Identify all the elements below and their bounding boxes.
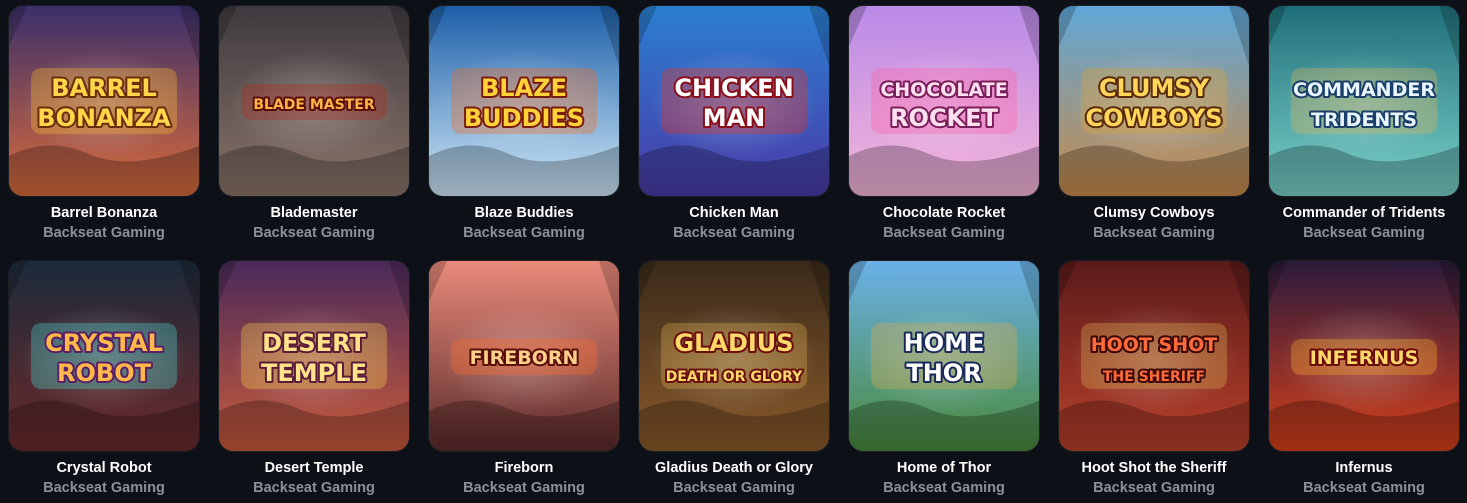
game-provider: Backseat Gaming	[253, 225, 375, 241]
game-provider: Backseat Gaming	[1303, 225, 1425, 241]
game-artwork: COMMANDER TRIDENTS	[1269, 6, 1459, 196]
game-artwork: GLADIUS DEATH OR GLORY	[639, 261, 829, 451]
game-title[interactable]: Chocolate Rocket	[849, 204, 1039, 222]
game-provider: Backseat Gaming	[43, 480, 165, 496]
game-provider: Backseat Gaming	[1093, 225, 1215, 241]
game-logo-text: BONANZA	[37, 104, 171, 132]
game-thumbnail[interactable]: FIREBORN	[429, 261, 619, 451]
game-thumbnail[interactable]: BARREL BONANZA	[9, 6, 199, 196]
game-title[interactable]: Commander of Tridents	[1269, 204, 1459, 222]
game-logo-text: TEMPLE	[261, 359, 367, 387]
game-thumbnail[interactable]: HOOT SHOT THE SHERIFF	[1059, 261, 1249, 451]
game-title[interactable]: Gladius Death or Glory	[639, 459, 829, 477]
game-title[interactable]: Barrel Bonanza	[9, 204, 199, 222]
game-logo-text: TRIDENTS	[1311, 109, 1417, 131]
game-logo-text: CLUMSY	[1099, 74, 1210, 102]
game-logo-text: THE SHERIFF	[1103, 369, 1205, 385]
game-title[interactable]: Desert Temple	[219, 459, 409, 477]
game-logo-text: BLADE MASTER	[253, 97, 374, 113]
game-thumbnail[interactable]: INFERNUS	[1269, 261, 1459, 451]
game-provider: Backseat Gaming	[883, 480, 1005, 496]
game-logo-text: DEATH OR GLORY	[666, 369, 803, 385]
game-title[interactable]: Blademaster	[219, 204, 409, 222]
game-artwork: CHOCOLATE ROCKET	[849, 6, 1039, 196]
game-logo-text: ROBOT	[57, 359, 152, 387]
game-thumbnail[interactable]: COMMANDER TRIDENTS	[1269, 6, 1459, 196]
game-artwork: CLUMSYCOWBOYS	[1059, 6, 1249, 196]
game-card-blaze-buddies[interactable]: BLAZE BUDDIES Blaze Buddies Backseat Gaming	[429, 6, 619, 242]
game-card-commander-of-tridents[interactable]: COMMANDER TRIDENTS Commander of Tridents Ba…	[1269, 6, 1459, 242]
game-logo-text: FIREBORN	[470, 347, 579, 369]
game-card-home-of-thor[interactable]: HOME THOR Home of Thor Backseat Gaming	[849, 261, 1039, 497]
game-grid: BARREL BONANZA Barrel Bonanza Backseat Gami…	[0, 0, 1467, 503]
game-logo-text: INFERNUS	[1310, 347, 1419, 369]
game-artwork: CRYSTALROBOT	[9, 261, 199, 451]
game-card-blademaster[interactable]: BLADE MASTER Blademaster Backseat Gaming	[219, 6, 409, 242]
game-artwork: HOOT SHOT THE SHERIFF	[1059, 261, 1249, 451]
game-title[interactable]: Home of Thor	[849, 459, 1039, 477]
game-card-chocolate-rocket[interactable]: CHOCOLATE ROCKET Chocolate Rocket Backseat …	[849, 6, 1039, 242]
game-logo-text: COWBOYS	[1086, 104, 1223, 132]
game-artwork: BARRELBONANZA	[9, 6, 199, 196]
game-title[interactable]: Clumsy Cowboys	[1059, 204, 1249, 222]
game-logo-text: MAN	[703, 104, 766, 132]
game-title[interactable]: Fireborn	[429, 459, 619, 477]
game-artwork: DESERTTEMPLE	[219, 261, 409, 451]
game-provider: Backseat Gaming	[883, 225, 1005, 241]
game-title[interactable]: Blaze Buddies	[429, 204, 619, 222]
game-thumbnail[interactable]: BLAZE BUDDIES	[429, 6, 619, 196]
game-title[interactable]: Infernus	[1269, 459, 1459, 477]
game-provider: Backseat Gaming	[673, 480, 795, 496]
game-provider: Backseat Gaming	[673, 225, 795, 241]
game-logo-text: CHOCOLATE	[880, 79, 1007, 101]
game-artwork: FIREBORN	[429, 261, 619, 451]
game-provider: Backseat Gaming	[43, 225, 165, 241]
game-card-barrel-bonanza[interactable]: BARREL BONANZA Barrel Bonanza Backseat Gami…	[9, 6, 199, 242]
game-logo-text: BLAZE	[481, 74, 567, 102]
game-thumbnail[interactable]: CHOCOLATE ROCKET	[849, 6, 1039, 196]
game-artwork: BLADE MASTER	[219, 6, 409, 196]
game-artwork: CHICKENMAN	[639, 6, 829, 196]
game-thumbnail[interactable]: CRYSTAL ROBOT	[9, 261, 199, 451]
game-thumbnail[interactable]: CHICKEN MAN	[639, 6, 829, 196]
game-card-crystal-robot[interactable]: CRYSTAL ROBOT Crystal Robot Backseat Gaming	[9, 261, 199, 497]
game-logo-text: HOOT SHOT	[1091, 334, 1218, 356]
game-logo-text: HOME	[904, 329, 985, 357]
game-card-fireborn[interactable]: FIREBORN Fireborn Backseat Gaming	[429, 261, 619, 497]
game-provider: Backseat Gaming	[1093, 480, 1215, 496]
game-card-clumsy-cowboys[interactable]: CLUMSY COWBOYS Clumsy Cowboys Backseat Gami…	[1059, 6, 1249, 242]
game-artwork: BLAZEBUDDIES	[429, 6, 619, 196]
game-logo-text: COMMANDER	[1293, 79, 1435, 101]
game-provider: Backseat Gaming	[463, 480, 585, 496]
game-logo-text: BARREL	[51, 74, 157, 102]
game-artwork: INFERNUS	[1269, 261, 1459, 451]
game-thumbnail[interactable]: CLUMSY COWBOYS	[1059, 6, 1249, 196]
game-artwork: HOMETHOR	[849, 261, 1039, 451]
game-card-desert-temple[interactable]: DESERT TEMPLE Desert Temple Backseat Gaming	[219, 261, 409, 497]
game-thumbnail[interactable]: HOME THOR	[849, 261, 1039, 451]
game-logo-text: CHICKEN	[674, 74, 793, 102]
game-card-hoot-shot-the-sheriff[interactable]: HOOT SHOT THE SHERIFF Hoot Shot the Sherif…	[1059, 261, 1249, 497]
game-provider: Backseat Gaming	[463, 225, 585, 241]
game-thumbnail[interactable]: BLADE MASTER	[219, 6, 409, 196]
game-provider: Backseat Gaming	[253, 480, 375, 496]
game-thumbnail[interactable]: GLADIUS DEATH OR GLORY	[639, 261, 829, 451]
game-title[interactable]: Chicken Man	[639, 204, 829, 222]
game-thumbnail[interactable]: DESERT TEMPLE	[219, 261, 409, 451]
game-title[interactable]: Crystal Robot	[9, 459, 199, 477]
game-logo-text: BUDDIES	[464, 104, 584, 132]
game-card-infernus[interactable]: INFERNUS Infernus Backseat Gaming	[1269, 261, 1459, 497]
game-logo-text: CRYSTAL	[45, 329, 163, 357]
game-provider: Backseat Gaming	[1303, 480, 1425, 496]
game-card-chicken-man[interactable]: CHICKEN MAN Chicken Man Backseat Gaming	[639, 6, 829, 242]
game-logo-text: THOR	[906, 359, 981, 387]
game-title[interactable]: Hoot Shot the Sheriff	[1059, 459, 1249, 477]
game-logo-text: DESERT	[262, 329, 366, 357]
game-logo-text: GLADIUS	[674, 329, 793, 357]
game-card-gladius-death-or-glory[interactable]: GLADIUS DEATH OR GLORY Gladius Death or Gl…	[639, 261, 829, 497]
game-logo-text: ROCKET	[890, 104, 998, 132]
